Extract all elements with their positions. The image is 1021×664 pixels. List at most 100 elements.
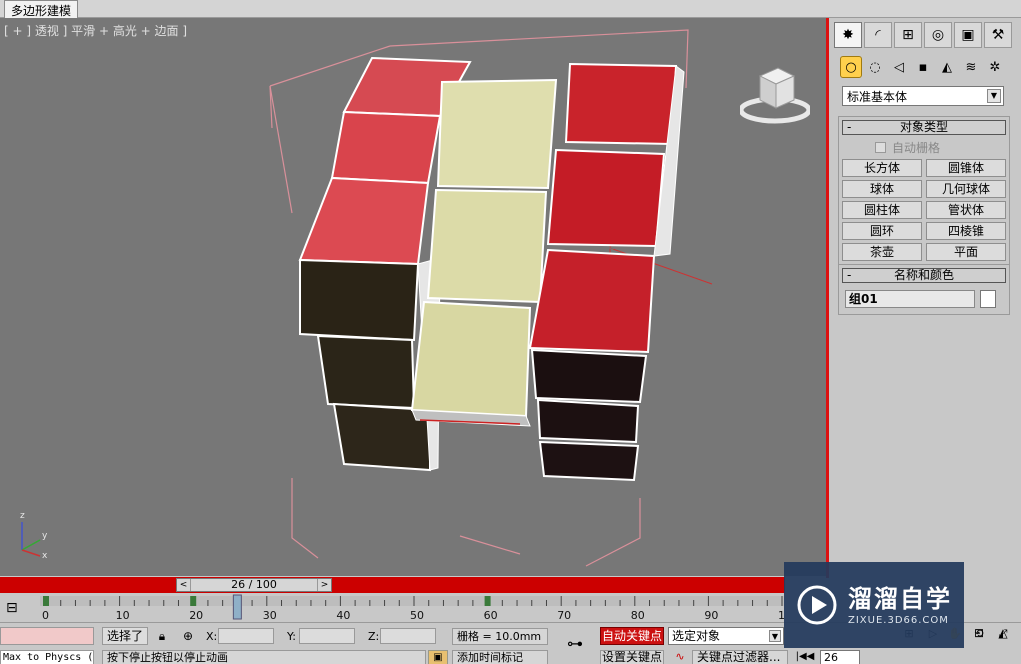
track-bar[interactable]: ⊟ 0102030405060708090100 bbox=[0, 594, 785, 622]
display-icon[interactable]: ▣ bbox=[954, 22, 982, 48]
absolute-mode-icon[interactable]: ⊕ bbox=[180, 628, 196, 644]
category-dropdown[interactable]: 标准基本体 ▼ bbox=[842, 86, 1004, 106]
lock-icon[interactable]: 🔒︎ bbox=[154, 628, 170, 644]
current-frame-marker[interactable] bbox=[232, 594, 242, 620]
ruler-tick-label: 0 bbox=[42, 609, 49, 622]
viewcube-icon[interactable] bbox=[740, 58, 810, 128]
set-key-button[interactable]: 设置关键点 bbox=[600, 650, 664, 664]
prev-frame-button[interactable]: < bbox=[177, 579, 191, 591]
name-color-header[interactable]: - 名称和颜色 bbox=[842, 268, 1006, 283]
sphere-button[interactable]: 球体 bbox=[842, 180, 922, 198]
next-frame-button[interactable]: > bbox=[317, 579, 331, 591]
key-tangent-icon[interactable]: ∿ bbox=[670, 650, 690, 664]
current-frame-field[interactable]: 26 bbox=[820, 650, 860, 664]
hierarchy-icon[interactable]: ⊞ bbox=[894, 22, 922, 48]
curve-editor-icon[interactable]: ⊟ bbox=[6, 600, 18, 616]
time-tag-icon[interactable]: ▣ bbox=[428, 650, 448, 664]
maxscript-mini-listener[interactable]: Max to Physcs ( bbox=[0, 650, 94, 664]
y-label: Y: bbox=[287, 630, 296, 643]
utilities-icon[interactable]: ⚒ bbox=[984, 22, 1012, 48]
object-type-buttons: 长方体 圆锥体 球体 几何球体 圆柱体 管状体 圆环 四棱锥 茶壶 平面 bbox=[839, 159, 1009, 265]
cylinder-button[interactable]: 圆柱体 bbox=[842, 201, 922, 219]
selection-set-dropdown[interactable]: 选定对象 ▼ bbox=[668, 627, 784, 645]
category-value: 标准基本体 bbox=[847, 90, 908, 104]
modify-icon[interactable]: ◜ bbox=[864, 22, 892, 48]
spacewarps-icon[interactable]: ≋ bbox=[960, 56, 982, 78]
viewport-active-border bbox=[826, 18, 829, 578]
ruler-tick-label: 70 bbox=[557, 609, 571, 622]
ruler-background bbox=[40, 596, 785, 606]
shapes-icon[interactable]: ◌ bbox=[864, 56, 886, 78]
x-label: X: bbox=[206, 630, 218, 643]
app-window: 多边形建模 z y x [+] 透视] 平滑 + 高光 + 边面] ✸ … bbox=[0, 0, 1021, 664]
autogrid-checkbox[interactable]: 自动栅格 bbox=[875, 139, 1009, 156]
y-coordinate-field[interactable] bbox=[299, 628, 355, 644]
field-of-view-icon[interactable]: ◭ bbox=[994, 624, 1012, 642]
z-coordinate-field[interactable] bbox=[380, 628, 436, 644]
axis-tripod bbox=[21, 522, 41, 557]
create-icon[interactable]: ✸ bbox=[834, 22, 862, 48]
lights-icon[interactable]: ◁ bbox=[888, 56, 910, 78]
watermark: 溜溜自学 ZIXUE.3D66.COM bbox=[784, 562, 964, 648]
go-to-start-icon[interactable]: |◀◀ bbox=[795, 650, 815, 664]
geometry-icon[interactable]: ○ bbox=[840, 56, 862, 78]
time-slider-track bbox=[0, 577, 785, 593]
chevron-down-icon: ▼ bbox=[769, 630, 781, 642]
object-type-rollout: - 对象类型 自动栅格 长方体 圆锥体 球体 几何球体 圆柱体 管状体 圆环 四… bbox=[838, 116, 1010, 266]
viewport-label-menu[interactable]: [ + ] 透视 ] 平滑 + 高光 + 边面 ] bbox=[4, 22, 187, 39]
geosphere-button[interactable]: 几何球体 bbox=[926, 180, 1006, 198]
ruler-tick-label: 60 bbox=[484, 609, 498, 622]
ruler-tick-label: 30 bbox=[263, 609, 277, 622]
teapot-button[interactable]: 茶壶 bbox=[842, 243, 922, 261]
plane-button[interactable]: 平面 bbox=[926, 243, 1006, 261]
key-marker[interactable] bbox=[484, 596, 491, 606]
key-filters-button[interactable]: 关键点过滤器... bbox=[692, 650, 788, 664]
command-panel-tabs: ✸ ◜ ⊞ ◎ ▣ ⚒ bbox=[834, 22, 1014, 48]
selection-set-value: 选定对象 bbox=[672, 629, 721, 643]
selection-status: 选择了 bbox=[102, 627, 148, 645]
collapse-icon: - bbox=[847, 120, 852, 134]
key-marker[interactable] bbox=[190, 596, 197, 606]
tube-button[interactable]: 管状体 bbox=[926, 201, 1006, 219]
play-logo-icon bbox=[797, 585, 837, 625]
zoom-extents-icon[interactable]: ⊡ bbox=[970, 624, 988, 642]
motion-icon[interactable]: ◎ bbox=[924, 22, 952, 48]
scene-render: z y x bbox=[20, 29, 713, 567]
x-coordinate-field[interactable] bbox=[218, 628, 274, 644]
torus-button[interactable]: 圆环 bbox=[842, 222, 922, 240]
ruler-tick-label: 50 bbox=[410, 609, 424, 622]
grid-spacing: 栅格 = 10.0mm bbox=[452, 628, 548, 645]
systems-icon[interactable]: ✲ bbox=[984, 56, 1006, 78]
set-key-icon[interactable]: ⊶ bbox=[558, 633, 592, 655]
create-subcategory-bar: ○ ◌ ◁ ▪ ◭ ≋ ✲ bbox=[840, 56, 1012, 80]
key-marker[interactable] bbox=[43, 596, 49, 606]
watermark-title: 溜溜自学 bbox=[848, 584, 952, 613]
cameras-icon[interactable]: ▪ bbox=[912, 56, 934, 78]
ruler-tick-label: 80 bbox=[631, 609, 645, 622]
object-type-header[interactable]: - 对象类型 bbox=[842, 120, 1006, 135]
object-color-swatch[interactable] bbox=[980, 290, 996, 308]
pyramid-button[interactable]: 四棱锥 bbox=[926, 222, 1006, 240]
ruler-tick-label: 40 bbox=[336, 609, 350, 622]
ruler-tick-label: 10 bbox=[116, 609, 130, 622]
ribbon-strip: 多边形建模 bbox=[0, 0, 1021, 18]
axis-label-y: y bbox=[42, 531, 48, 541]
watermark-text: 溜溜自学 ZIXUE.3D66.COM bbox=[848, 585, 952, 626]
axis-label-z: z bbox=[20, 511, 25, 521]
time-slider[interactable]: < 26 / 100 > bbox=[176, 578, 332, 592]
chevron-down-icon: ▼ bbox=[987, 89, 1001, 103]
cone-button[interactable]: 圆锥体 bbox=[926, 159, 1006, 177]
ribbon-tab-polygon-modeling[interactable]: 多边形建模 bbox=[4, 0, 79, 18]
object-name-field[interactable]: 组01 bbox=[845, 290, 975, 308]
perspective-viewport[interactable]: z y x [ + ] 透视 ] 平滑 + 高光 + 边面 ] bbox=[0, 18, 830, 576]
prompt-line: 按下停止按钮以停止动画 bbox=[102, 650, 426, 664]
autogrid-label: 自动栅格 bbox=[892, 141, 941, 155]
collapse-icon: - bbox=[847, 268, 852, 282]
auto-key-button[interactable]: 自动关键点 bbox=[600, 627, 664, 645]
box-button[interactable]: 长方体 bbox=[842, 159, 922, 177]
helpers-icon[interactable]: ◭ bbox=[936, 56, 958, 78]
name-row: 组01 bbox=[839, 286, 1009, 314]
add-time-tag-button[interactable]: 添加时间标记 bbox=[452, 650, 548, 664]
maxscript-listener-field[interactable] bbox=[0, 627, 94, 645]
name-color-rollout: - 名称和颜色 组01 bbox=[838, 264, 1010, 315]
